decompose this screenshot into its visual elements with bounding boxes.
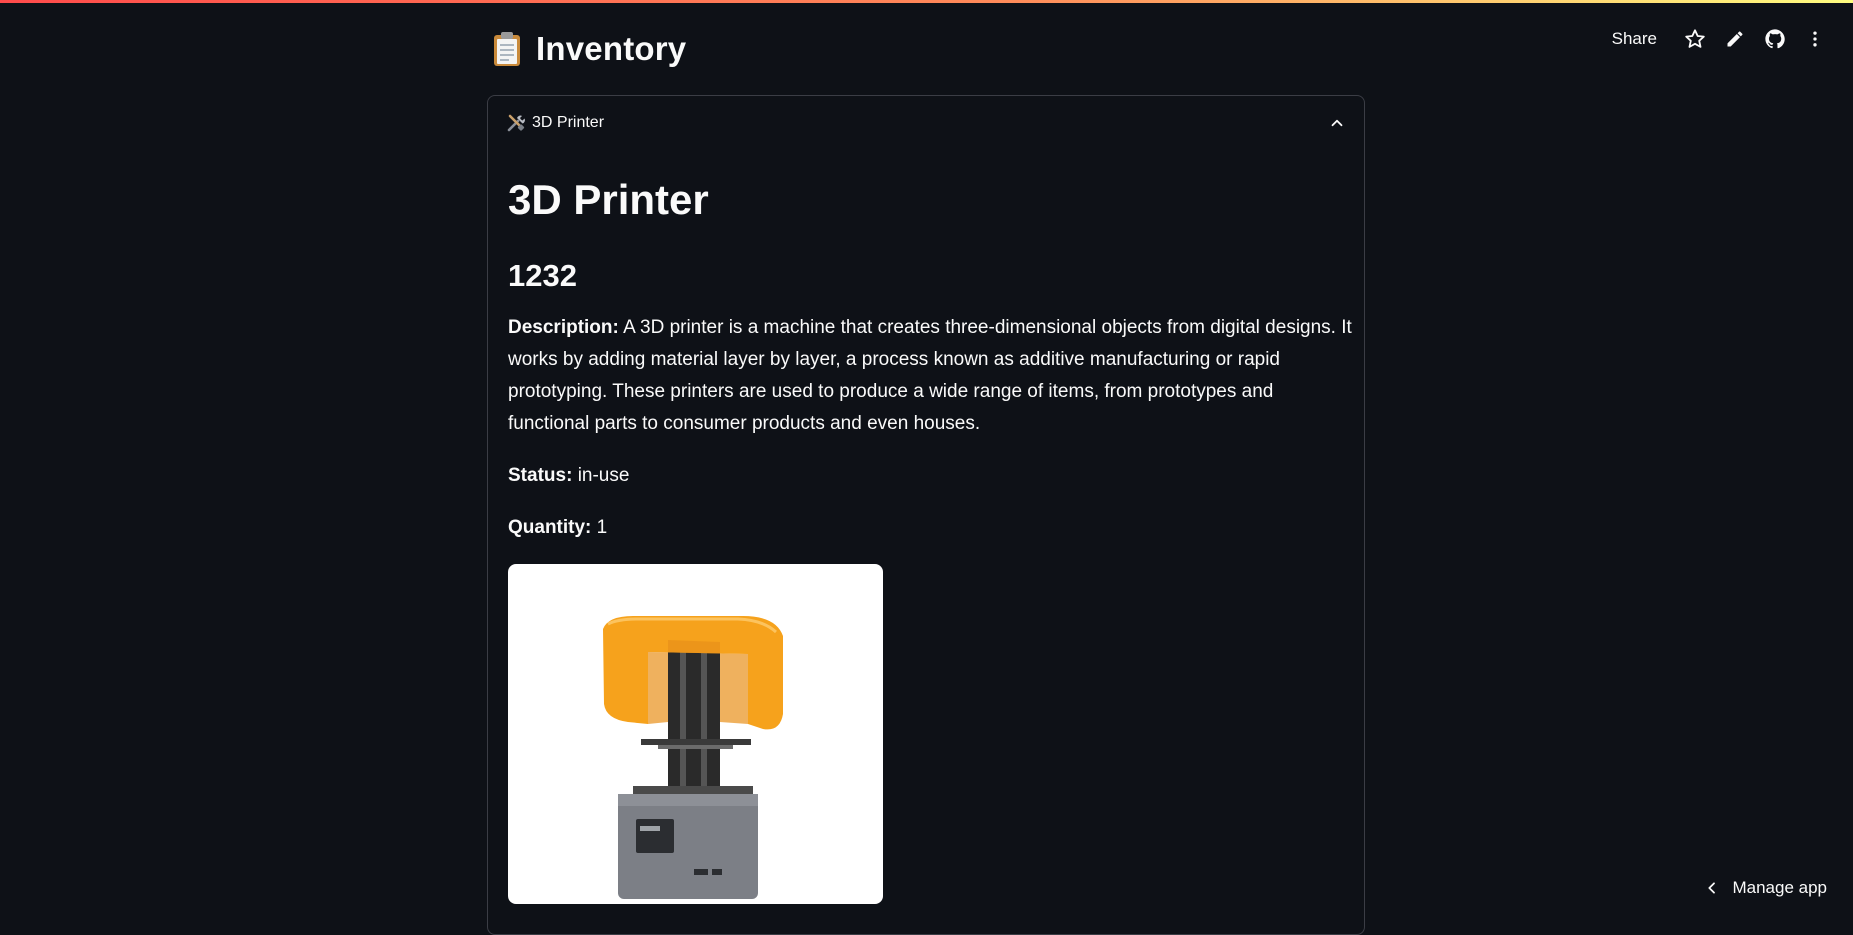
status-label: Status: (508, 465, 572, 486)
item-expander: 3D Printer 3D Printer 1232 Description: … (487, 95, 1365, 935)
star-icon[interactable] (1675, 24, 1715, 54)
chevron-up-icon[interactable] (1328, 114, 1346, 132)
top-accent-stripe (0, 0, 1853, 3)
expander-header[interactable]: 3D Printer (488, 96, 1364, 150)
description-label: Description: (508, 317, 619, 338)
expander-label: 3D Printer (532, 114, 604, 132)
chevron-left-icon (1704, 880, 1720, 896)
clipboard-icon (492, 31, 522, 67)
github-icon[interactable] (1755, 24, 1795, 54)
header-toolbar: Share (1602, 24, 1835, 54)
description-text: A 3D printer is a machine that creates t… (508, 317, 1352, 434)
status-value: in-use (578, 465, 630, 486)
manage-app-button[interactable]: Manage app (1704, 878, 1827, 898)
expander-content: 3D Printer 1232 Description: A 3D printe… (488, 174, 1364, 904)
item-status: Status: in-use (508, 460, 1344, 492)
manage-app-label: Manage app (1732, 878, 1827, 898)
item-description: Description: A 3D printer is a machine t… (508, 312, 1353, 440)
printer-illustration (508, 564, 883, 904)
pencil-icon[interactable] (1715, 24, 1755, 54)
page-title: Inventory (492, 30, 686, 68)
item-title: 3D Printer (508, 174, 1344, 226)
quantity-value: 1 (597, 517, 608, 538)
quantity-label: Quantity: (508, 517, 591, 538)
item-image (508, 564, 883, 904)
item-quantity: Quantity: 1 (508, 512, 1344, 544)
more-vert-icon[interactable] (1795, 24, 1835, 54)
item-id: 1232 (508, 256, 1344, 296)
tools-icon (506, 113, 526, 133)
page-title-text: Inventory (536, 30, 686, 68)
share-button[interactable]: Share (1602, 25, 1667, 53)
